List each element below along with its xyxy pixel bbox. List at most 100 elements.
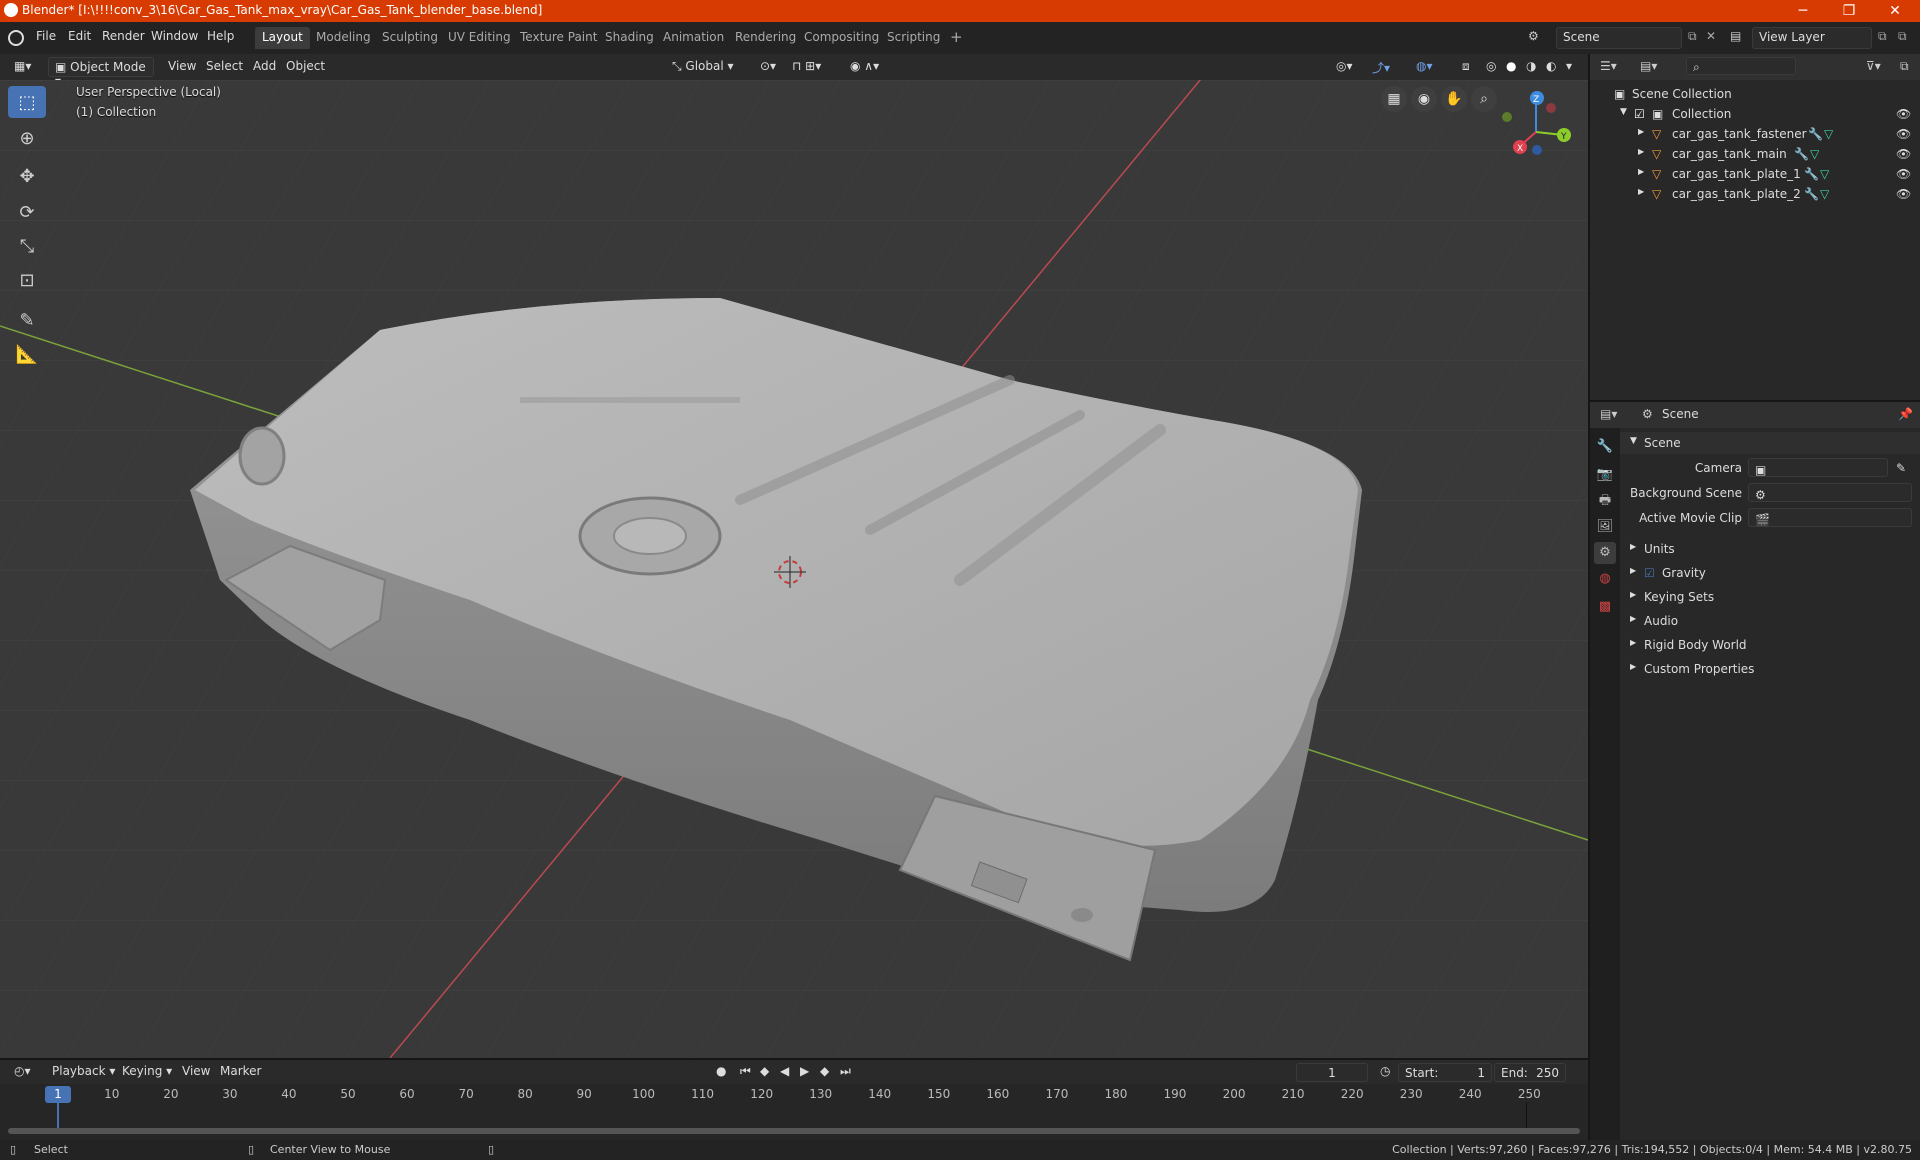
add-workspace-button[interactable]: + [943,25,970,47]
new-collection-icon[interactable]: ⧉ [1900,59,1909,74]
annotate-tool-icon[interactable]: ✎ [8,304,46,336]
menu-object[interactable]: Object [280,57,331,77]
gizmo-toggle-icon[interactable]: ⤴▾ [1366,57,1396,77]
gravity-checkbox-icon[interactable]: ☑ [1644,566,1655,580]
move-tool-icon[interactable]: ✥ [8,160,46,192]
outliner-row-object[interactable]: ▶ ▽ car_gas_tank_main 🔧 ▽ 👁 [1590,144,1920,164]
current-frame-field[interactable]: 1 [1296,1063,1368,1082]
maximize-button[interactable]: ❐ [1826,0,1872,22]
expand-arrow-icon[interactable]: ▶ [1638,147,1644,156]
outliner-row-object[interactable]: ▶ ▽ car_gas_tank_fastener 🔧 ▽ 👁 [1590,124,1920,144]
next-keyframe-icon[interactable]: ◆ [814,1062,835,1082]
expand-arrow-icon[interactable]: ▶ [1630,542,1636,551]
timeline-view-menu[interactable]: View [176,1062,216,1082]
view-layer-tab-icon[interactable]: 🖼 [1594,516,1616,538]
outliner-row-collection[interactable]: ▼ ☑ ▣ Collection 👁 [1590,104,1920,124]
visibility-icon[interactable]: ◎▾ [1330,57,1359,77]
menu-window[interactable]: Window [151,29,198,43]
mesh-data-icon[interactable]: ▽ [1824,127,1833,141]
mesh-data-icon[interactable]: ▽ [1820,187,1829,201]
keying-sets-section[interactable]: ▶ Keying Sets [1620,586,1920,608]
new-scene-icon[interactable]: ⧉ [1688,29,1697,44]
tab-uv-editing[interactable]: UV Editing [441,27,518,49]
pin-icon[interactable]: 📌 [1898,407,1913,421]
outliner-editor-icon[interactable]: ☰▾ [1600,59,1617,73]
frame-ruler[interactable]: 1102030405060708090100110120130140150160… [0,1084,1588,1104]
eye-icon[interactable]: 👁 [1896,167,1911,181]
tab-compositing[interactable]: Compositing [797,27,886,49]
pivot-icon[interactable]: ⊙▾ [754,57,782,77]
mode-selector[interactable]: ▣ Object Mode ▾ [48,57,154,88]
eye-icon[interactable]: 👁 [1896,187,1911,201]
display-mode-icon[interactable]: ▤▾ [1640,59,1657,73]
modifier-icon[interactable]: 🔧 [1808,127,1823,141]
custom-properties-section[interactable]: ▶ Custom Properties [1620,658,1920,680]
eye-icon[interactable]: 👁 [1896,107,1911,121]
units-section[interactable]: ▶ Units [1620,538,1920,560]
tab-modeling[interactable]: Modeling [309,27,378,49]
cursor-tool-icon[interactable]: ⊕ [8,122,46,154]
play-reverse-icon[interactable]: ◀ [774,1062,795,1082]
camera-field[interactable]: ▣ [1748,458,1888,477]
new-view-layer-icon[interactable]: ⧉ [1878,29,1887,44]
3d-viewport[interactable]: Z X Y User Perspective (Local) (1) Colle… [0,80,1588,1058]
view-layer-selector[interactable]: View Layer [1752,27,1872,49]
output-tab-icon[interactable]: 🖶 [1594,490,1616,512]
tab-layout[interactable]: Layout [255,27,310,49]
expand-arrow-icon[interactable]: ▶ [1638,187,1644,196]
clock-icon[interactable]: ◷ [1374,1062,1396,1082]
end-frame-field[interactable]: End: 250 [1494,1063,1566,1082]
mesh-data-icon[interactable]: ▽ [1820,167,1829,181]
select-box-tool-icon[interactable]: ⬚ [8,86,46,118]
gravity-section[interactable]: ▶ ☑ Gravity [1620,562,1920,584]
expand-arrow-icon[interactable]: ▶ [1630,614,1636,623]
movie-clip-field[interactable]: 🎬 [1748,508,1912,527]
tab-scripting[interactable]: Scripting [880,27,947,49]
render-tab-icon[interactable]: 📷 [1594,464,1616,486]
pan-hand-icon[interactable]: ✋ [1441,86,1467,112]
collapse-arrow-icon[interactable]: ▼ [1630,436,1637,446]
menu-view[interactable]: View [162,57,202,77]
expand-arrow-icon[interactable]: ▶ [1638,167,1644,176]
scene-selector[interactable]: Scene [1556,27,1682,49]
timeline-scrollbar[interactable] [8,1128,1580,1134]
minimize-button[interactable]: ─ [1780,0,1826,22]
tab-animation[interactable]: Animation [656,27,731,49]
modifier-icon[interactable]: 🔧 [1804,167,1819,181]
expand-arrow-icon[interactable]: ▶ [1630,590,1636,599]
tab-shading[interactable]: Shading [598,27,661,49]
checkbox-icon[interactable]: ☑ [1634,107,1645,121]
blender-menu-icon[interactable] [8,30,24,46]
start-frame-field[interactable]: Start: 1 [1398,1063,1492,1082]
orientation-selector[interactable]: ⤡ Global ▾ [666,57,746,77]
rigid-body-world-section[interactable]: ▶ Rigid Body World [1620,634,1920,656]
snap-icon[interactable]: ⊓ ⊞▾ [786,57,827,77]
menu-select[interactable]: Select [200,57,249,77]
remove-view-layer-icon[interactable]: ⧉ [1898,29,1907,44]
playback-menu[interactable]: Playback ▾ [46,1062,121,1082]
editor-type-icon[interactable]: ▦▾ [8,57,42,77]
menu-render[interactable]: Render [102,29,145,43]
filter-icon[interactable]: ⊽▾ [1866,59,1881,73]
scene-panel-header[interactable]: ▼ Scene [1620,432,1920,454]
overlay-toggle-icon[interactable]: ◍▾ [1410,57,1439,77]
close-button[interactable]: ✕ [1872,0,1918,22]
playhead[interactable]: 1 [45,1086,71,1103]
proportional-edit-icon[interactable]: ◉ ∧▾ [844,57,885,77]
play-icon[interactable]: ▶ [794,1062,815,1082]
measure-tool-icon[interactable]: 📐 [8,338,46,370]
menu-add[interactable]: Add [247,57,282,77]
eye-icon[interactable]: 👁 [1896,147,1911,161]
outliner-search-input[interactable]: ⌕ [1686,57,1796,75]
scale-tool-icon[interactable]: ⤡ [8,230,46,262]
texture-tab-icon[interactable]: ▩ [1594,596,1616,618]
background-scene-field[interactable]: ⚙ [1748,483,1912,502]
rotate-tool-icon[interactable]: ⟳ [8,196,46,228]
outliner-row-scene-collection[interactable]: ▣ Scene Collection [1590,84,1920,104]
tab-sculpting[interactable]: Sculpting [375,27,445,49]
outliner-row-object[interactable]: ▶ ▽ car_gas_tank_plate_2 🔧 ▽ 👁 [1590,184,1920,204]
jump-end-icon[interactable]: ⏭ [834,1062,857,1082]
transform-tool-icon[interactable]: ⊡ [8,264,46,296]
marker-menu[interactable]: Marker [214,1062,267,1082]
menu-edit[interactable]: Edit [68,29,91,43]
